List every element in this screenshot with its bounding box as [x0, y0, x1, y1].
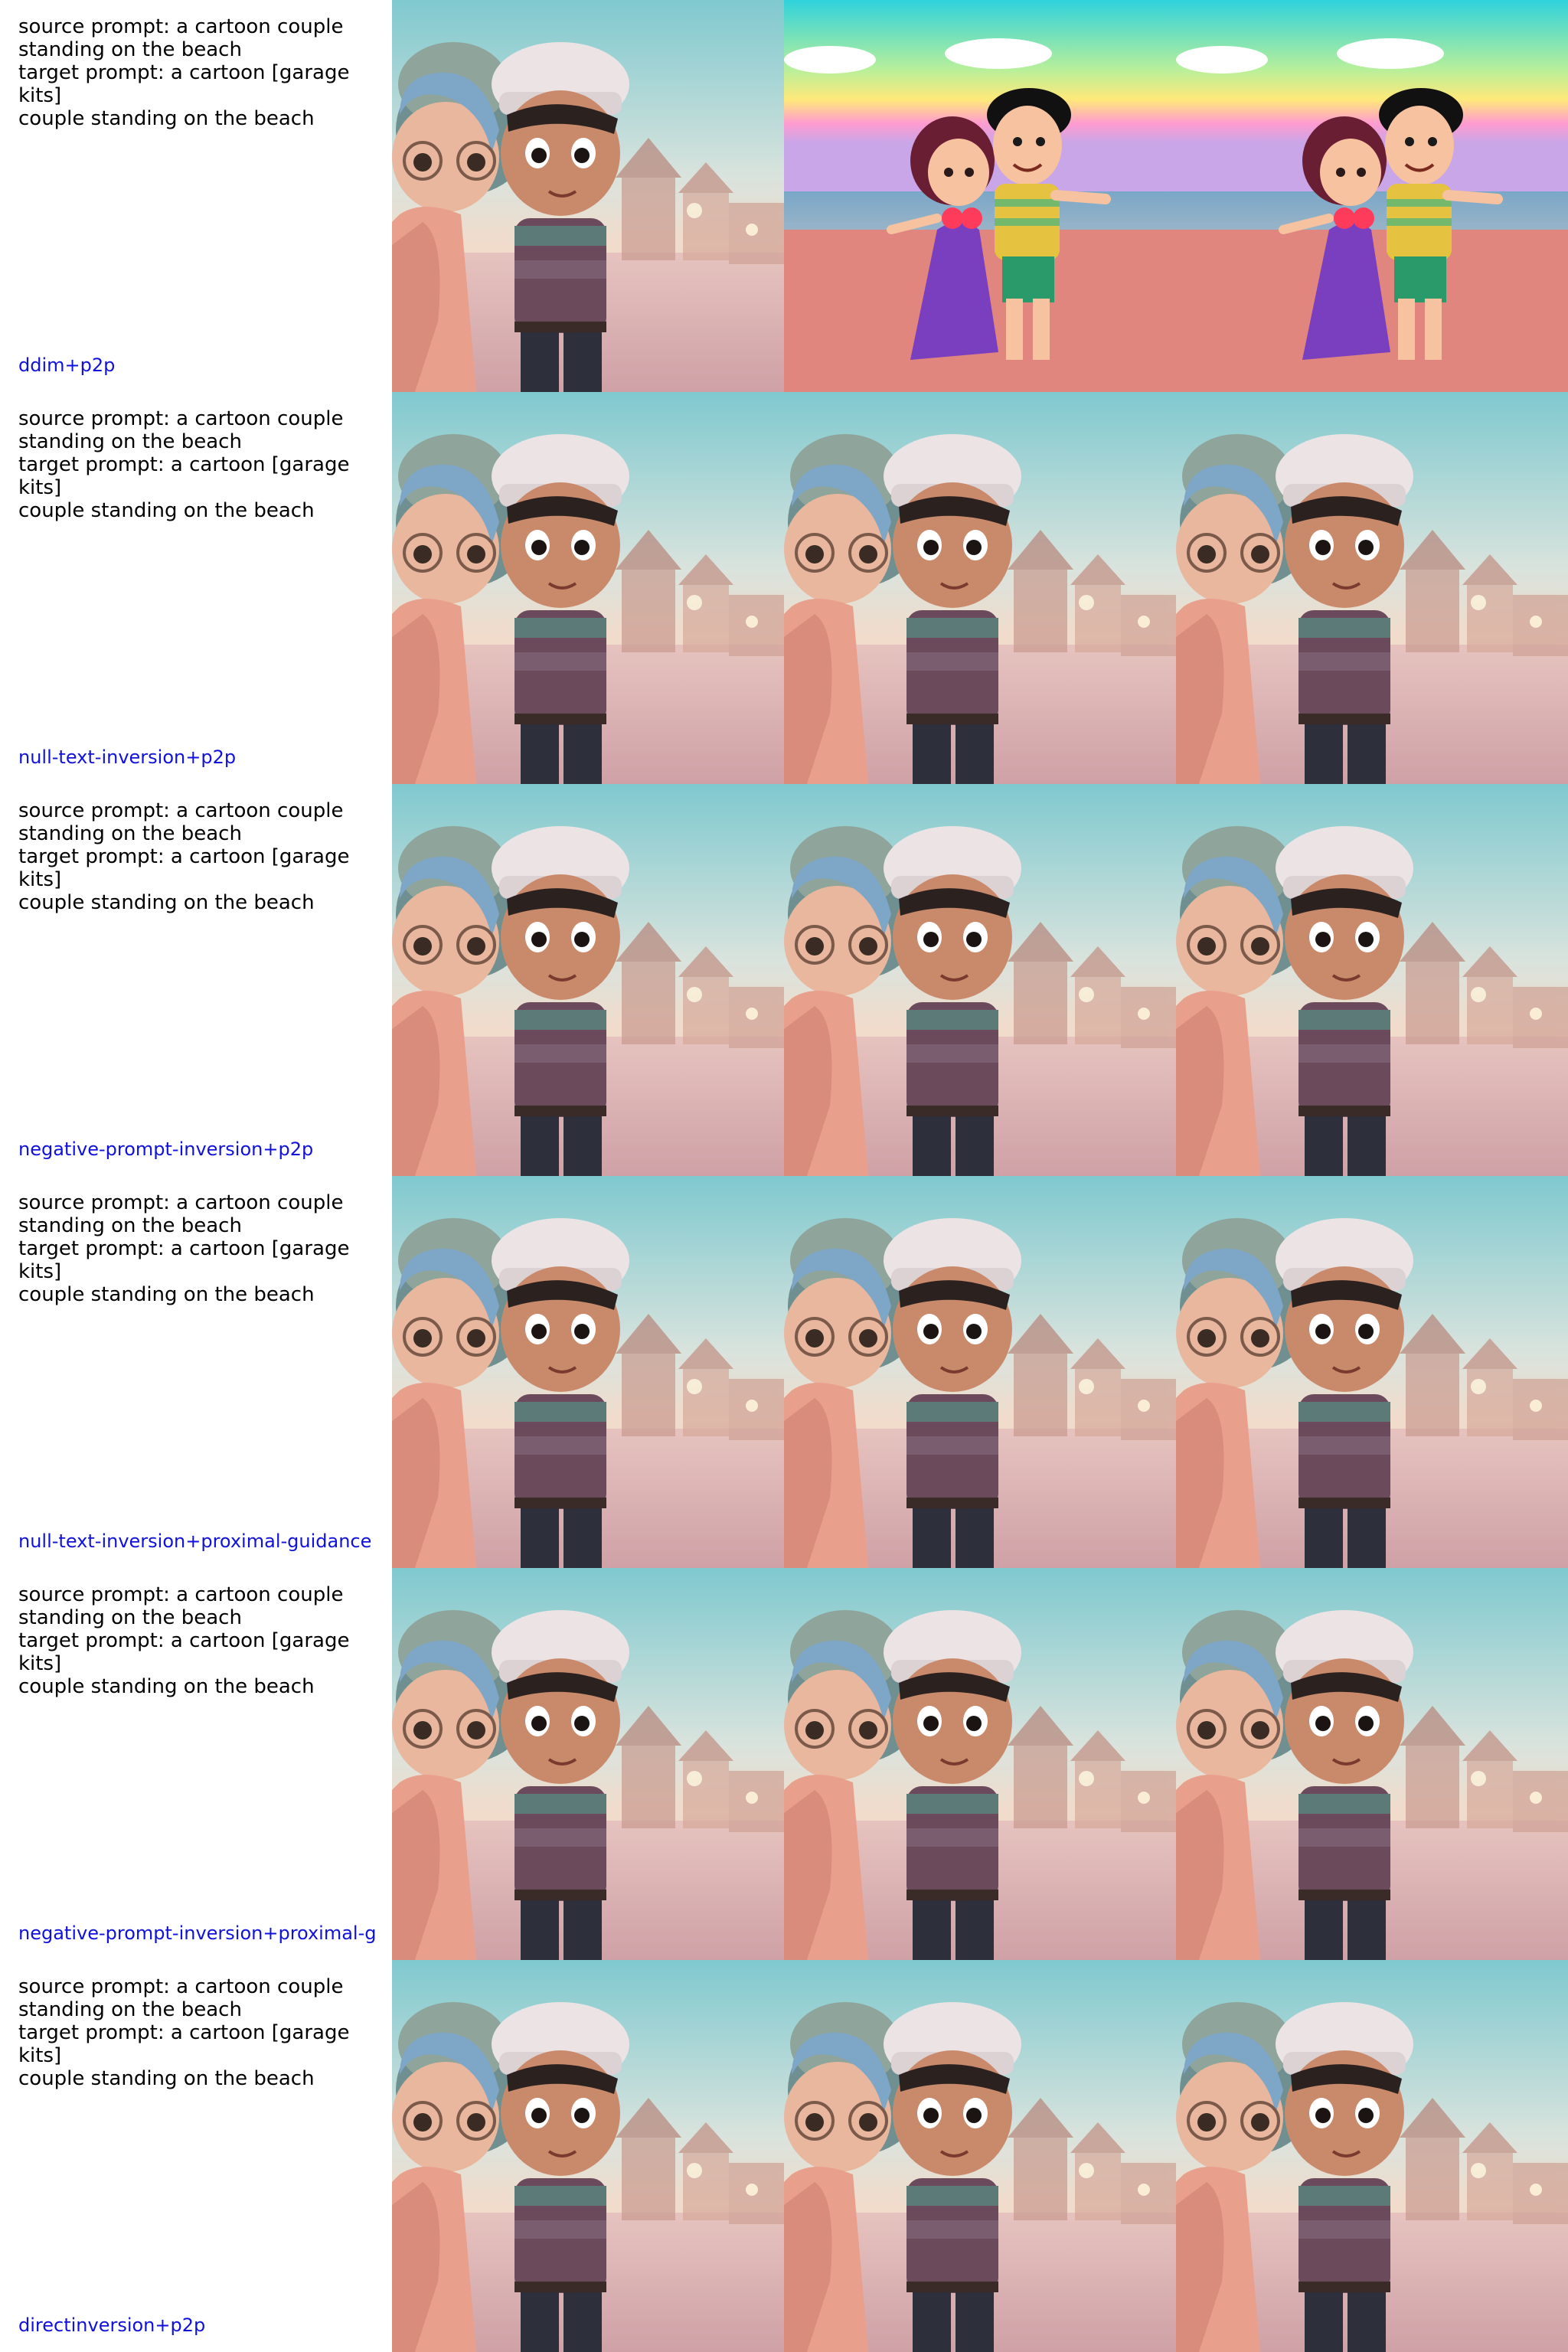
row-label-panel: source prompt: a cartoon couple standing… [0, 1176, 392, 1568]
comparison-grid: source prompt: a cartoon couple standing… [0, 0, 1568, 2352]
method-label: null-text-inversion+proximal-guidance [18, 1530, 372, 1552]
method-label: null-text-inversion+p2p [18, 746, 237, 768]
source-image [392, 1176, 784, 1568]
edited-image [1176, 0, 1568, 392]
reconstructed-image [784, 1568, 1176, 1960]
edited-image [1176, 1176, 1568, 1568]
prompt-text: source prompt: a cartoon couple standing… [18, 1583, 350, 1698]
row-label-panel: source prompt: a cartoon couple standing… [0, 392, 392, 784]
prompt-text: source prompt: a cartoon couple standing… [18, 407, 350, 522]
method-row: source prompt: a cartoon couple standing… [0, 784, 1568, 1176]
source-image [392, 784, 784, 1176]
reconstructed-image [784, 0, 1176, 392]
source-image [392, 392, 784, 784]
edited-image [1176, 1960, 1568, 2352]
edited-image [1176, 1568, 1568, 1960]
row-label-panel: source prompt: a cartoon couple standing… [0, 1568, 392, 1960]
source-image [392, 1960, 784, 2352]
method-label: negative-prompt-inversion+p2p [18, 1138, 314, 1160]
source-image [392, 0, 784, 392]
method-label: directinversion+p2p [18, 2314, 206, 2336]
prompt-text: source prompt: a cartoon couple standing… [18, 15, 350, 130]
reconstructed-image [784, 1176, 1176, 1568]
method-label: negative-prompt-inversion+proximal-g [18, 1922, 377, 1944]
row-label-panel: source prompt: a cartoon couple standing… [0, 1960, 392, 2352]
prompt-text: source prompt: a cartoon couple standing… [18, 1191, 350, 1306]
edited-image [1176, 392, 1568, 784]
method-label: ddim+p2p [18, 354, 116, 376]
reconstructed-image [784, 784, 1176, 1176]
prompt-text: source prompt: a cartoon couple standing… [18, 799, 350, 914]
reconstructed-image [784, 392, 1176, 784]
prompt-text: source prompt: a cartoon couple standing… [18, 1975, 350, 2090]
row-label-panel: source prompt: a cartoon couple standing… [0, 0, 392, 392]
edited-image [1176, 784, 1568, 1176]
row-label-panel: source prompt: a cartoon couple standing… [0, 784, 392, 1176]
method-row: source prompt: a cartoon couple standing… [0, 0, 1568, 392]
method-row: source prompt: a cartoon couple standing… [0, 1176, 1568, 1568]
source-image [392, 1568, 784, 1960]
method-row: source prompt: a cartoon couple standing… [0, 1960, 1568, 2352]
method-row: source prompt: a cartoon couple standing… [0, 1568, 1568, 1960]
reconstructed-image [784, 1960, 1176, 2352]
method-row: source prompt: a cartoon couple standing… [0, 392, 1568, 784]
